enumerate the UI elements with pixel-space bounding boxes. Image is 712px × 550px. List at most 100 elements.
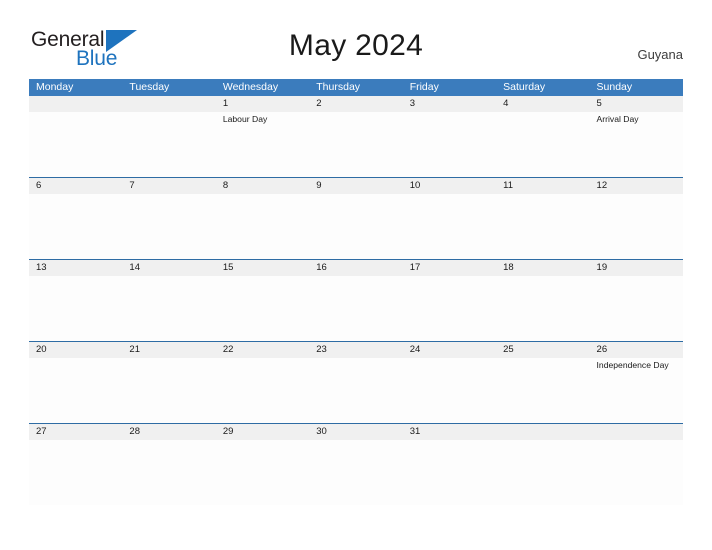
day-number[interactable]: 27 bbox=[29, 424, 122, 440]
week-date-band: 27 28 29 30 31 bbox=[29, 423, 683, 440]
day-number[interactable]: 14 bbox=[122, 260, 215, 276]
calendar-week-row: 1 2 3 4 5 Labour Day Arrival Day bbox=[29, 96, 683, 177]
calendar-week-row: 20 21 22 23 24 25 26 Independence Day bbox=[29, 341, 683, 423]
day-number[interactable]: 13 bbox=[29, 260, 122, 276]
day-cell-empty bbox=[309, 440, 402, 505]
day-number[interactable]: 7 bbox=[122, 178, 215, 194]
day-number[interactable]: 18 bbox=[496, 260, 589, 276]
weekday-header-monday: Monday bbox=[36, 81, 74, 93]
week-event-band: Independence Day bbox=[29, 358, 683, 423]
week-date-band: 6 7 8 9 10 11 12 bbox=[29, 177, 683, 194]
calendar-grid: Monday Tuesday Wednesday Thursday Friday Satu… bbox=[29, 79, 683, 505]
day-cell-empty bbox=[122, 358, 215, 423]
day-number[interactable]: 19 bbox=[590, 260, 683, 276]
day-number[interactable]: 29 bbox=[216, 424, 309, 440]
day-number[interactable]: 8 bbox=[216, 178, 309, 194]
week-date-band: 12345 bbox=[29, 96, 683, 112]
day-number[interactable]: 5 bbox=[590, 96, 683, 112]
day-number[interactable]: 1 bbox=[216, 96, 309, 112]
day-number[interactable]: 31 bbox=[403, 424, 496, 440]
week-event-band bbox=[29, 276, 683, 341]
day-number[interactable]: 15 bbox=[216, 260, 309, 276]
day-number[interactable]: 3 bbox=[403, 96, 496, 112]
day-cell-empty bbox=[122, 112, 215, 177]
weekday-header-row: Monday Tuesday Wednesday Thursday Friday Satu… bbox=[29, 79, 683, 96]
day-cell-empty bbox=[403, 194, 496, 259]
week-date-band: 13 14 15 16 17 18 19 bbox=[29, 259, 683, 276]
day-cell-empty bbox=[590, 194, 683, 259]
weekday-header-wednesday: Wednesday bbox=[222, 81, 279, 93]
day-number-empty bbox=[122, 96, 215, 112]
week-event-band bbox=[29, 194, 683, 259]
day-cell-empty bbox=[122, 276, 215, 341]
day-cell-empty bbox=[29, 194, 122, 259]
day-number[interactable]: 23 bbox=[309, 342, 402, 358]
holiday-event: Labour Day bbox=[222, 114, 268, 124]
day-number[interactable]: 21 bbox=[122, 342, 215, 358]
day-number[interactable]: 10 bbox=[403, 178, 496, 194]
day-cell-empty bbox=[403, 440, 496, 505]
week-event-band bbox=[29, 440, 683, 505]
day-cell-empty bbox=[29, 276, 122, 341]
day-number[interactable]: 2 bbox=[309, 96, 402, 112]
day-number-empty bbox=[29, 96, 122, 112]
day-cell-empty bbox=[403, 276, 496, 341]
week-event-band: Labour Day Arrival Day bbox=[29, 112, 683, 177]
day-number[interactable]: 12 bbox=[590, 178, 683, 194]
day-number[interactable]: 4 bbox=[496, 96, 589, 112]
calendar-week-row: 27 28 29 30 31 bbox=[29, 423, 683, 505]
day-cell-empty bbox=[309, 276, 402, 341]
calendar-week-row: 13 14 15 16 17 18 19 bbox=[29, 259, 683, 341]
day-cell-empty bbox=[309, 194, 402, 259]
day-cell-empty bbox=[122, 440, 215, 505]
holiday-event: Arrival Day bbox=[596, 114, 639, 124]
day-number[interactable]: 11 bbox=[496, 178, 589, 194]
day-cell-empty bbox=[216, 276, 309, 341]
day-cell-empty bbox=[29, 112, 122, 177]
day-cell-empty bbox=[309, 112, 402, 177]
day-cell-empty bbox=[403, 358, 496, 423]
weekday-header-saturday: Saturday bbox=[503, 81, 546, 93]
calendar-weeks: 1 2 3 4 5 Labour Day Arrival Day 6 7 8 9 10 11 12 13 14… bbox=[29, 96, 683, 505]
week-date-band: 20 21 22 23 24 25 26 bbox=[29, 341, 683, 358]
day-number-empty bbox=[496, 424, 589, 440]
country-label: Guyana bbox=[637, 47, 683, 62]
weekday-header-sunday: Sunday bbox=[596, 81, 633, 93]
day-number[interactable]: 22 bbox=[216, 342, 309, 358]
holiday-event: Independence Day bbox=[596, 360, 669, 370]
day-events-cell[interactable]: Independence Day bbox=[590, 358, 683, 423]
day-cell-empty bbox=[309, 358, 402, 423]
day-number[interactable]: 26 bbox=[590, 342, 683, 358]
calendar-page: General Blue May 2024 Guyana Monday Tuesd… bbox=[0, 0, 712, 550]
weekday-header-thursday: Thursday bbox=[316, 81, 361, 93]
day-cell-empty bbox=[496, 440, 589, 505]
page-header: General Blue May 2024 Guyana bbox=[0, 0, 712, 78]
weekday-header-friday: Friday bbox=[409, 81, 439, 93]
day-cell-empty bbox=[496, 358, 589, 423]
day-cell-empty bbox=[216, 358, 309, 423]
day-number[interactable]: 9 bbox=[309, 178, 402, 194]
day-cell-empty bbox=[590, 440, 683, 505]
day-cell-empty bbox=[496, 276, 589, 341]
day-number[interactable]: 24 bbox=[403, 342, 496, 358]
weekday-header-tuesday: Tuesday bbox=[129, 81, 170, 93]
day-cell-empty bbox=[496, 112, 589, 177]
day-number[interactable]: 30 bbox=[309, 424, 402, 440]
page-title: May 2024 bbox=[288, 29, 424, 62]
day-cell-empty bbox=[590, 276, 683, 341]
day-cell-empty bbox=[496, 194, 589, 259]
day-number[interactable]: 20 bbox=[29, 342, 122, 358]
day-number[interactable]: 17 bbox=[403, 260, 496, 276]
day-number[interactable]: 28 bbox=[122, 424, 215, 440]
day-cell-empty bbox=[29, 358, 122, 423]
day-number[interactable]: 25 bbox=[496, 342, 589, 358]
day-cell-empty bbox=[29, 440, 122, 505]
day-cell-empty bbox=[216, 440, 309, 505]
day-cell-empty bbox=[216, 194, 309, 259]
day-number[interactable]: 16 bbox=[309, 260, 402, 276]
day-events-cell[interactable]: Arrival Day bbox=[590, 112, 683, 177]
calendar-week-row: 6 7 8 9 10 11 12 bbox=[29, 177, 683, 259]
day-number[interactable]: 6 bbox=[29, 178, 122, 194]
day-cell-empty bbox=[403, 112, 496, 177]
day-events-cell[interactable]: Labour Day bbox=[216, 112, 309, 177]
